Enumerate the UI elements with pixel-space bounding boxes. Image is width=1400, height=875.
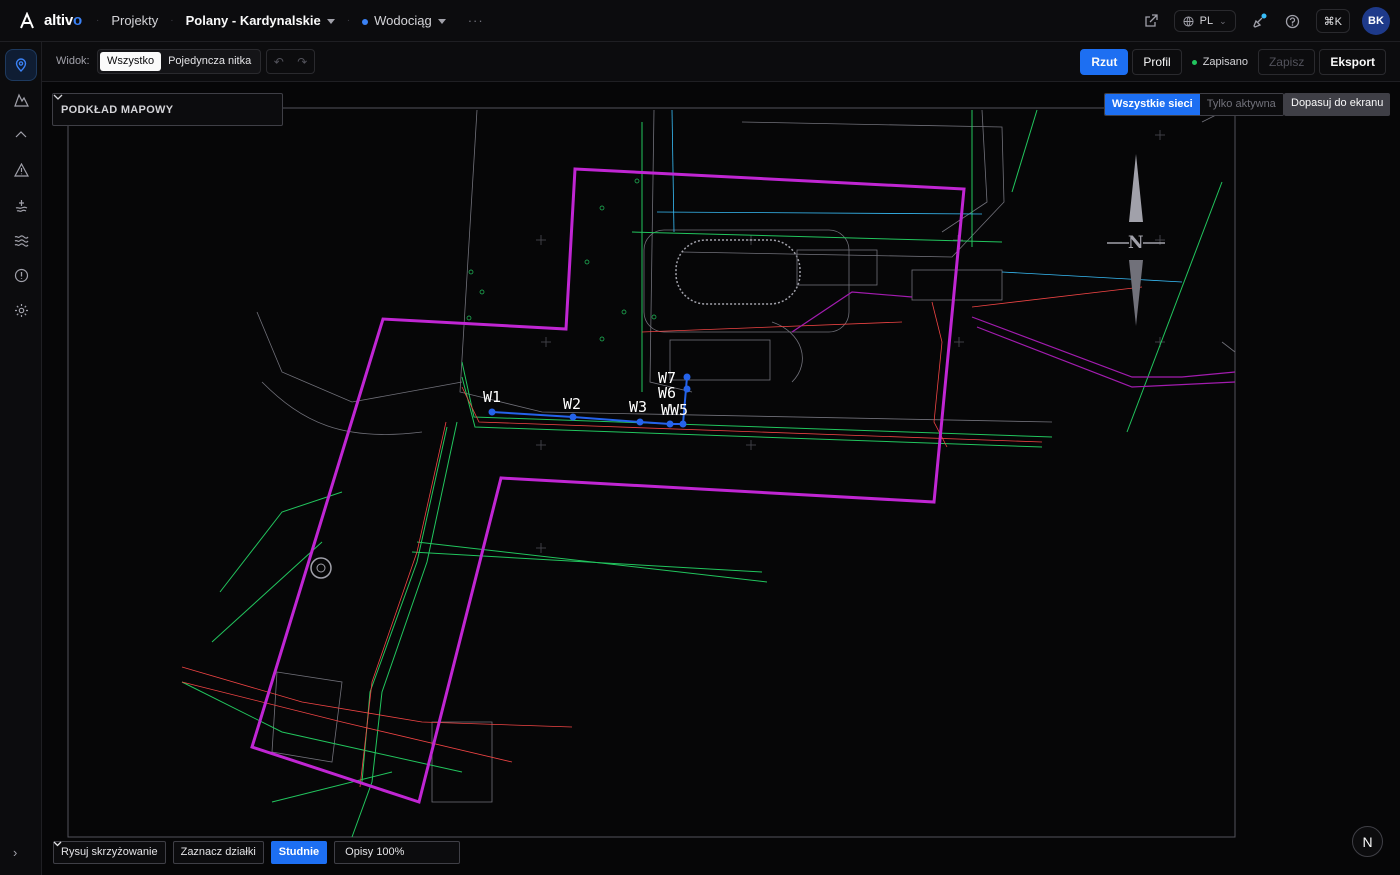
basemap-dropdown[interactable]: PODKŁAD MAPOWY [52, 93, 283, 126]
alert-circle-icon[interactable] [5, 259, 37, 291]
toolbar-actions: Rzut Profil Zapisano Zapisz Eksport [1080, 49, 1386, 75]
map-canvas[interactable]: W1 W2 W3 WW5 W6 W7 N PODKŁAD MAPOWY Wszy… [42, 82, 1400, 875]
chevron-down-icon [326, 19, 335, 25]
cad-drawing [67, 107, 1236, 838]
undo-redo-group: ↶ ↷ [266, 49, 315, 74]
map-bottom-controls: Rysuj skrzyżowanie Zaznacz działki Studn… [53, 841, 461, 864]
language-select[interactable]: PL ⌄ [1173, 10, 1236, 32]
green-utilities [181, 109, 1223, 838]
top-right-actions: PL ⌄ ⌘K BK [1140, 7, 1390, 35]
logo-text: altivo [44, 12, 82, 29]
breadcrumb-project[interactable]: Polany - Kardynalskie [186, 13, 335, 28]
warning-icon[interactable] [5, 154, 37, 186]
settings-icon[interactable] [5, 294, 37, 326]
project-boundary [250, 167, 966, 804]
redo-icon[interactable]: ↷ [297, 55, 307, 69]
breadcrumb-projects[interactable]: Projekty [111, 13, 158, 28]
language-label: PL [1199, 15, 1214, 27]
user-avatar[interactable]: BK [1362, 7, 1390, 35]
grid-crosses [536, 130, 1165, 553]
export-button[interactable]: Eksport [1319, 49, 1386, 75]
chevron-down-icon [437, 19, 446, 25]
waves-icon[interactable] [5, 224, 37, 256]
chevron-down-icon [53, 94, 63, 100]
mark-parcels-button[interactable]: Zaznacz działki [172, 841, 264, 864]
well-label[interactable]: W2 [563, 395, 581, 413]
well-label[interactable]: W1 [483, 388, 501, 406]
notifications-icon[interactable] [1248, 10, 1270, 32]
undo-icon[interactable]: ↶ [274, 55, 284, 69]
view-option-single-line[interactable]: Pojedyncza nitka [161, 52, 258, 71]
filter-active-only[interactable]: Tylko aktywna [1199, 94, 1283, 115]
logo[interactable]: altivo [18, 11, 82, 30]
top-bar: altivo · Projekty · Polany - Kardynalski… [0, 0, 1400, 42]
save-button[interactable]: Zapisz [1257, 49, 1316, 75]
globe-icon [1183, 15, 1194, 27]
chevron-up-icon[interactable] [5, 119, 37, 151]
chevron-down-icon: ⌄ [1219, 15, 1227, 26]
compass-north-label: N [1128, 233, 1144, 253]
command-palette-button[interactable]: ⌘K [1315, 9, 1350, 33]
external-link-icon[interactable] [1140, 10, 1162, 32]
more-menu-button[interactable]: ··· [468, 13, 484, 28]
breadcrumb-separator: · [346, 15, 351, 26]
network-filter-toggle: Wszystkie sieci Tylko aktywna [1104, 93, 1284, 116]
well-label[interactable]: W7 [658, 369, 676, 387]
secondary-boundaries [791, 291, 1236, 388]
view-mode-toggle: Wszystko Pojedyncza nitka [97, 49, 262, 74]
tree-symbols [466, 178, 657, 342]
sidebar-expand-chevron-icon[interactable]: › [13, 845, 17, 860]
save-status: Zapisano [1191, 56, 1248, 68]
terrain-icon[interactable] [5, 84, 37, 116]
parcel-lines [256, 109, 1236, 803]
breadcrumb-network[interactable]: Wodociąg [362, 13, 446, 28]
well-label[interactable]: WW5 [661, 401, 688, 419]
fit-to-screen-button[interactable]: Dopasuj do ekranu [1284, 93, 1391, 116]
profile-view-button[interactable]: Profil [1132, 49, 1182, 75]
filter-all-networks[interactable]: Wszystkie sieci [1105, 94, 1200, 115]
breadcrumb-separator: · [170, 15, 174, 26]
left-sidebar [0, 42, 42, 875]
view-toolbar: Widok: Wszystko Pojedyncza nitka ↶ ↷ Rzu… [42, 42, 1400, 82]
layers-icon[interactable] [5, 189, 37, 221]
help-icon[interactable] [1282, 10, 1304, 32]
breadcrumb-separator: · [95, 15, 100, 26]
status-dot-icon [1191, 59, 1197, 65]
well-label[interactable]: W3 [629, 398, 647, 416]
draw-crossing-button[interactable]: Rysuj skrzyżowanie [53, 841, 166, 864]
basemap-label: PODKŁAD MAPOWY [61, 103, 174, 116]
chevron-down-icon [53, 841, 62, 847]
labels-scale-select[interactable]: Opisy 100% [53, 841, 461, 864]
view-option-all[interactable]: Wszystko [100, 52, 162, 71]
view-label: Widok: [56, 55, 90, 67]
altivo-logo-icon [20, 11, 34, 28]
wells-toggle-button[interactable]: Studnie [270, 841, 328, 864]
labels-scale-value: Opisy 100% [345, 846, 405, 858]
north-reset-button[interactable]: N [1352, 826, 1383, 857]
network-dot-icon [362, 18, 369, 25]
red-utilities [181, 286, 1143, 788]
map-pin-icon[interactable] [5, 49, 37, 81]
plan-view-button[interactable]: Rzut [1080, 49, 1129, 75]
